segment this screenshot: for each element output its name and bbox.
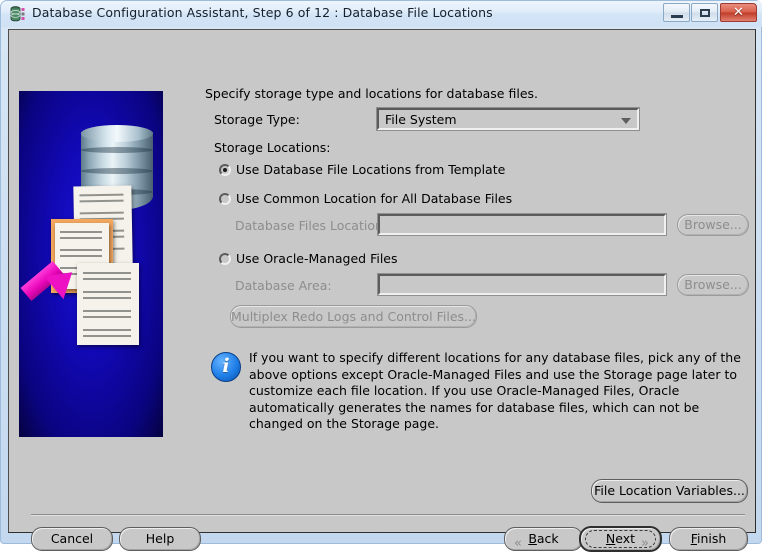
database-files-location-input[interactable] [377,213,667,236]
radio-selected-dot [223,168,227,172]
storage-type-value: File System [385,112,457,127]
radio-use-common-location-label[interactable]: Use Common Location for All Database Fil… [236,191,512,206]
info-message-text: If you want to specify different locatio… [249,350,741,431]
storage-type-select[interactable]: File System [376,107,640,131]
finish-button[interactable]: Finish [669,527,748,551]
radio-use-template-label[interactable]: Use Database File Locations from Templat… [236,162,505,177]
footer-separator [31,514,745,515]
storage-type-label: Storage Type: [214,112,300,127]
info-icon: i [211,352,241,382]
maximize-button[interactable] [691,3,718,22]
maximize-icon [700,9,710,17]
radio-use-template[interactable] [219,164,231,176]
next-button[interactable]: Next » [579,526,662,552]
chevron-down-icon [621,118,631,124]
close-icon: ✕ [733,5,744,20]
database-area-label: Database Area: [235,278,332,293]
radio-use-oracle-managed-files[interactable] [219,253,231,265]
help-button[interactable]: Help [119,527,201,551]
window-title: Database Configuration Assistant, Step 6… [32,5,493,20]
radio-use-common-location[interactable] [219,193,231,205]
storage-locations-form: Specify storage type and locations for d… [9,30,755,532]
cancel-button[interactable]: Cancel [31,527,113,551]
title-bar: Database Configuration Assistant, Step 6… [1,1,762,27]
database-app-icon [10,6,26,22]
multiplex-redo-logs-button[interactable]: Multiplex Redo Logs and Control Files... [230,305,477,328]
chevron-left-icon: « [514,536,522,551]
storage-locations-label: Storage Locations: [214,140,331,155]
close-button[interactable]: ✕ [720,3,757,22]
browse-database-area-button[interactable]: Browse... [677,274,749,296]
radio-use-oracle-managed-files-label[interactable]: Use Oracle-Managed Files [236,251,398,266]
minimize-icon [671,15,683,18]
back-button[interactable]: « Back [504,527,583,551]
database-files-location-label: Database Files Location: [235,218,388,233]
chevron-right-icon: » [641,536,649,551]
application-window: Database Configuration Assistant, Step 6… [0,0,762,552]
minimize-button[interactable] [663,3,690,22]
database-area-input[interactable] [377,273,667,296]
file-location-variables-button[interactable]: File Location Variables... [591,479,748,503]
dialog-client-area: Specify storage type and locations for d… [8,29,756,552]
page-instruction-text: Specify storage type and locations for d… [205,86,538,101]
browse-database-files-location-button[interactable]: Browse... [677,214,749,236]
